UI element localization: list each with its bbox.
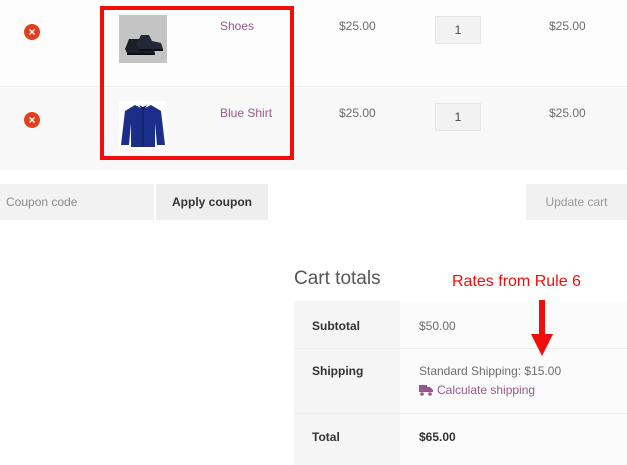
totals-divider: [294, 413, 627, 414]
product-subtotal: $25.00: [549, 19, 586, 33]
totals-divider: [294, 348, 627, 349]
cart-row: [0, 0, 627, 86]
subtotal-value: $50.00: [419, 319, 456, 333]
calculate-shipping-link[interactable]: Calculate shipping: [437, 383, 535, 397]
apply-coupon-button[interactable]: Apply coupon: [156, 184, 268, 220]
quantity-input[interactable]: 1: [435, 16, 481, 44]
product-subtotal: $25.00: [549, 106, 586, 120]
shipping-label: Shipping: [312, 364, 364, 378]
shipping-value: Standard Shipping: $15.00: [419, 364, 562, 378]
cart-totals-title: Cart totals: [294, 268, 381, 289]
subtotal-label: Subtotal: [312, 319, 360, 333]
remove-icon[interactable]: ×: [24, 24, 40, 40]
highlight-box: [100, 6, 294, 160]
annotation-text: Rates from Rule 6: [452, 273, 581, 290]
coupon-code-input[interactable]: Coupon code: [0, 184, 154, 220]
quantity-input[interactable]: 1: [435, 103, 481, 131]
update-cart-button[interactable]: Update cart: [526, 184, 627, 220]
total-label: Total: [312, 430, 340, 444]
product-price: $25.00: [339, 19, 376, 33]
cart-row: [0, 86, 627, 170]
product-price: $25.00: [339, 106, 376, 120]
truck-icon[interactable]: [419, 385, 433, 396]
total-value: $65.00: [419, 430, 456, 444]
arrow-down-icon: [531, 300, 553, 356]
remove-icon[interactable]: ×: [24, 112, 40, 128]
row-divider: [0, 86, 627, 87]
